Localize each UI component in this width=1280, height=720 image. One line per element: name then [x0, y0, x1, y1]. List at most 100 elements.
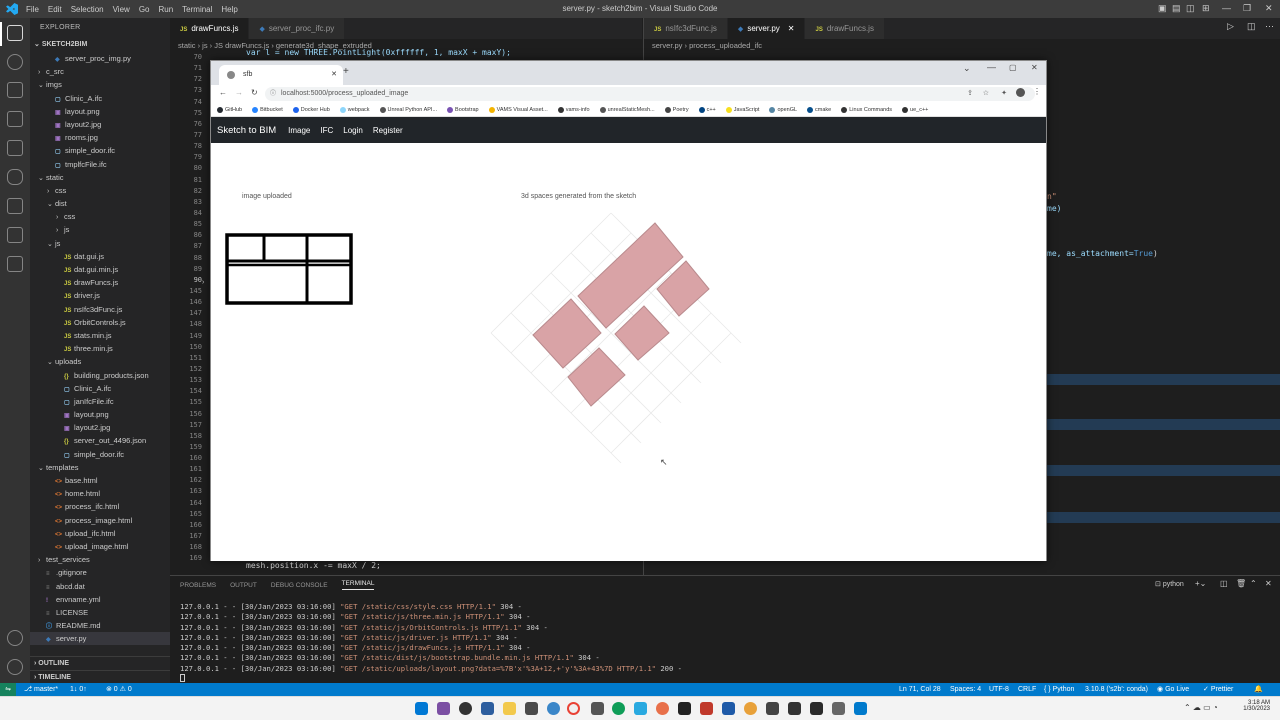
reload-icon[interactable]: ↻	[251, 88, 258, 97]
file-item[interactable]: <> process_image.html	[30, 514, 170, 527]
bookmark-item[interactable]: cmake	[807, 106, 831, 113]
problems-count[interactable]: ⊗ 0 ⚠ 0	[106, 683, 132, 696]
file-item[interactable]: <> process_ifc.html	[30, 500, 170, 513]
profile-avatar[interactable]	[1016, 88, 1025, 97]
bookmark-item[interactable]: Linux Commands	[841, 106, 892, 113]
tab-drawfuncs-right[interactable]: JS drawFuncs.js	[805, 18, 885, 39]
menu-file[interactable]: File	[26, 5, 39, 14]
file-item[interactable]: ▣ layout.png	[30, 105, 170, 118]
code-fragment-2[interactable]: me)	[1047, 204, 1061, 213]
browser-menu-icon[interactable]: ⋮	[1033, 87, 1041, 96]
tab-output[interactable]: OUTPUT	[230, 582, 257, 589]
file-item[interactable]: ≡ .gitignore	[30, 566, 170, 579]
customize-layout-icon[interactable]: ⊞	[1202, 3, 1210, 14]
bookmark-item[interactable]: VAMS Visual Asset...	[488, 106, 548, 113]
nav-ifc[interactable]: IFC	[320, 126, 333, 135]
site-info-icon[interactable]: ⓘ	[270, 87, 276, 101]
app-icon[interactable]	[744, 702, 757, 715]
kill-terminal-icon[interactable]: 🗑	[1236, 579, 1246, 588]
folder-item[interactable]: › js	[30, 223, 170, 236]
menu-edit[interactable]: Edit	[48, 5, 62, 14]
folder-item[interactable]: ⌄ templates	[30, 461, 170, 474]
tab-debug-console[interactable]: DEBUG CONSOLE	[271, 582, 328, 589]
file-item[interactable]: JS drawFuncs.js	[30, 276, 170, 289]
maximize-icon[interactable]: ❐	[1243, 3, 1251, 14]
bookmark-item[interactable]: openGL	[769, 106, 797, 113]
file-item[interactable]: {} building_products.json	[30, 369, 170, 382]
run-python-icon[interactable]: ▷	[1227, 21, 1234, 32]
chrome-browser-icon[interactable]	[567, 702, 580, 715]
tab-drawfuncs[interactable]: JS drawFuncs.js	[170, 18, 250, 39]
bookmark-item[interactable]: vams-info	[557, 106, 590, 113]
file-item[interactable]: ▣ layout2.jpg	[30, 421, 170, 434]
code-line-top[interactable]: var l = new THREE.PointLight(0xffffff, 1…	[246, 48, 511, 57]
breadcrumb-right[interactable]: server.py › process_uploaded_ifc	[644, 39, 1280, 52]
file-item[interactable]: JS nsIfc3dFunc.js	[30, 303, 170, 316]
split-editor-icon[interactable]: ◫	[1247, 21, 1256, 32]
prettier-status[interactable]: ✓ Prettier	[1203, 683, 1233, 696]
menu-selection[interactable]: Selection	[71, 5, 104, 14]
bookmark-item[interactable]: Unreal Python API...	[379, 106, 437, 113]
bookmark-item[interactable]: JavaScript	[725, 106, 759, 113]
new-terminal-icon[interactable]: +⌄	[1195, 579, 1206, 588]
file-item[interactable]: ▢ Clinic_A.ifc	[30, 382, 170, 395]
file-item[interactable]: JS OrbitControls.js	[30, 316, 170, 329]
file-item[interactable]: ≡ abcd.dat	[30, 580, 170, 593]
remote-indicator-icon[interactable]: ⇋	[0, 683, 16, 696]
tab-problems[interactable]: PROBLEMS	[180, 582, 216, 589]
file-item[interactable]: ⓘ README.md	[30, 619, 170, 632]
tab-server-proc-ifc[interactable]: ◆ server_proc_ifc.py	[249, 18, 346, 39]
nav-image[interactable]: Image	[288, 126, 310, 135]
github-desktop-icon[interactable]	[459, 702, 472, 715]
share-icon[interactable]: ⇪	[967, 87, 973, 101]
run-debug-icon[interactable]	[7, 111, 23, 127]
folder-item[interactable]: ⌄ js	[30, 237, 170, 250]
bookmark-item[interactable]: Bitbucket	[252, 106, 283, 113]
folder-item[interactable]: ⌄ uploads	[30, 355, 170, 368]
outline-section[interactable]: › OUTLINE	[30, 656, 170, 670]
file-item[interactable]: <> home.html	[30, 487, 170, 500]
file-item[interactable]: <> base.html	[30, 474, 170, 487]
file-item[interactable]: ▢ simple_door.ifc	[30, 448, 170, 461]
browser-minimize-icon[interactable]: —	[987, 62, 996, 72]
more-actions-icon[interactable]: ⋯	[1265, 21, 1274, 32]
menu-run[interactable]: Run	[158, 5, 173, 14]
bookmark-item[interactable]: Docker Hub	[292, 106, 330, 113]
app-icon[interactable]	[612, 702, 625, 715]
app-icon[interactable]	[656, 702, 669, 715]
file-item[interactable]: ▢ simple_door.ifc	[30, 144, 170, 157]
docker-icon[interactable]	[7, 169, 23, 185]
testing-icon[interactable]	[7, 198, 23, 214]
browser-tab[interactable]: sfb ✕	[219, 65, 343, 85]
folder-item[interactable]: › test_services	[30, 553, 170, 566]
code-line-bottom[interactable]: mesh.position.x -= maxX / 2;	[246, 561, 381, 570]
app-icon[interactable]	[810, 702, 823, 715]
word-icon[interactable]	[722, 702, 735, 715]
bookmark-star-icon[interactable]: ☆	[983, 87, 989, 101]
fold-chevron-icon[interactable]: ›	[202, 279, 204, 286]
file-item[interactable]: ! envname.yml	[30, 593, 170, 606]
system-tray-icons[interactable]: ⌃ ☁ ▭ ◔	[1184, 703, 1218, 712]
folder-item[interactable]: › c_src	[30, 65, 170, 78]
source-control-icon[interactable]	[7, 82, 23, 98]
menu-terminal[interactable]: Terminal	[182, 5, 212, 14]
tab-close-icon[interactable]: ✕	[331, 65, 337, 85]
file-item[interactable]: ◆ server.py	[30, 632, 170, 646]
folder-item[interactable]: ⌄ dist	[30, 197, 170, 210]
git-sync[interactable]: 1↓ 0↑	[70, 683, 87, 696]
tab-server-py[interactable]: ◆ server.py ✕	[727, 18, 806, 39]
file-item[interactable]: JS dat.gui.js	[30, 250, 170, 263]
nav-login[interactable]: Login	[343, 126, 363, 135]
remote-explorer-icon[interactable]	[7, 140, 23, 156]
start-menu-icon[interactable]	[415, 702, 428, 715]
settings-gear-icon[interactable]	[7, 659, 23, 675]
explorer-icon[interactable]	[7, 25, 23, 41]
sidebar-toggle-icon[interactable]: ◫	[1186, 3, 1195, 14]
extensions-icon[interactable]: ✦	[1001, 87, 1007, 101]
file-item[interactable]: JS stats.min.js	[30, 329, 170, 342]
layout-toggle-icon[interactable]: ▣	[1158, 3, 1167, 14]
app-icon[interactable]	[525, 702, 538, 715]
file-item[interactable]: <> upload_image.html	[30, 540, 170, 553]
bookmark-item[interactable]: Bootstrap	[447, 106, 479, 113]
file-item[interactable]: JS three.min.js	[30, 342, 170, 355]
